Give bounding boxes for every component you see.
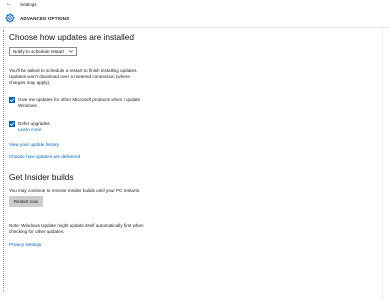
- page-title: ADVANCED OPTIONS: [20, 16, 70, 21]
- install-mode-dropdown[interactable]: Notify to schedule restart: [9, 47, 77, 56]
- delivery-options-link[interactable]: Choose how updates are delivered: [9, 154, 80, 160]
- privacy-settings-link[interactable]: Privacy settings: [9, 242, 41, 248]
- page-header: ADVANCED OPTIONS: [0, 10, 390, 28]
- restart-now-button[interactable]: Restart now: [9, 196, 43, 207]
- gear-icon: [5, 13, 15, 23]
- chevron-down-icon: [69, 50, 73, 53]
- checkmark-icon: [9, 122, 15, 127]
- right-edge-line: [382, 27, 383, 300]
- dropdown-value: Notify to schedule restart: [13, 49, 64, 54]
- microsoft-products-checkbox[interactable]: [9, 97, 15, 103]
- microsoft-products-label-line-2: Windows.: [18, 103, 38, 108]
- footer-note-line-2: checking for other updates.: [9, 229, 65, 234]
- insider-heading: Get Insider builds: [9, 172, 74, 182]
- defer-upgrades-checkbox[interactable]: [9, 121, 15, 127]
- left-edge-dots: [3, 30, 5, 292]
- update-history-link[interactable]: View your update history: [9, 142, 59, 148]
- insider-description: You may continue to receive Insider buil…: [9, 188, 141, 193]
- window-title: Settings: [20, 2, 37, 7]
- updates-heading: Choose how updates are installed: [9, 32, 134, 42]
- back-button[interactable]: ←: [5, 0, 13, 9]
- learn-more-link[interactable]: Learn more: [18, 127, 42, 133]
- checkmark-icon: [9, 98, 15, 103]
- title-bar: ← Settings: [0, 0, 390, 10]
- restart-note-line-3: charges may apply).: [9, 80, 51, 85]
